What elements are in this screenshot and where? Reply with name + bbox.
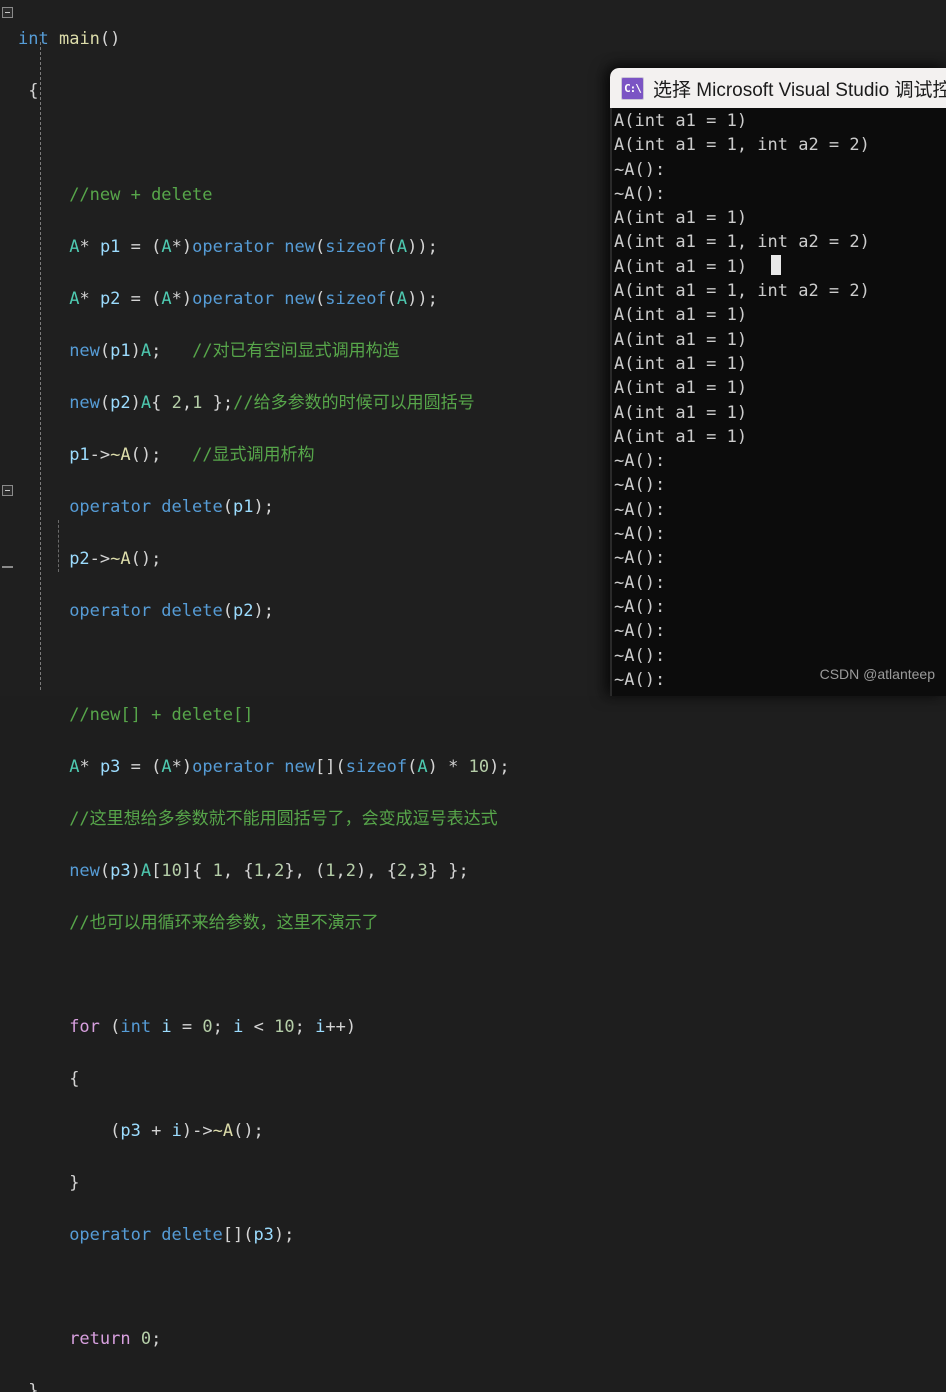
code-line: } — [69, 1173, 80, 1193]
code-line: (p3 + i)->~A(); — [110, 1121, 264, 1141]
console-cursor — [771, 255, 781, 275]
console-output-text: A(int a1 = 1) A(int a1 = 1, int a2 = 2) … — [614, 111, 870, 690]
code-line: A* p1 = (A*)operator new(sizeof(A)); — [69, 237, 438, 257]
code-line: } — [28, 1381, 39, 1392]
code-line: operator delete(p1); — [69, 497, 274, 517]
code-line: //new + delete — [69, 185, 213, 205]
code-line: int main() — [18, 29, 121, 49]
code-line: A* p2 = (A*)operator new(sizeof(A)); — [69, 289, 438, 309]
console-output-area[interactable]: A(int a1 = 1) A(int a1 = 1, int a2 = 2) … — [610, 108, 946, 696]
code-line: operator delete(p2); — [69, 601, 274, 621]
code-line: new(p3)A[10]{ 1, {1,2}, (1,2), {2,3} }; — [69, 861, 469, 881]
code-line: //这里想给多参数就不能用圆括号了，会变成逗号表达式 — [69, 809, 498, 829]
code-line: for (int i = 0; i < 10; i++) — [69, 1017, 357, 1037]
code-line: //new[] + delete[] — [69, 705, 254, 725]
code-text[interactable]: int main() { //new + delete A* p1 = (A*)… — [0, 0, 510, 1392]
console-titlebar[interactable]: C:\ 选择 Microsoft Visual Studio 调试控制台 — [610, 68, 946, 108]
code-line: return 0; — [69, 1329, 162, 1349]
cmd-console-icon: C:\ — [621, 76, 644, 100]
code-line: new(p2)A{ 2,1 };//给多参数的时候可以用圆括号 — [69, 393, 475, 413]
watermark-text: CSDN @atlanteep — [819, 666, 935, 682]
code-line: p1->~A(); //显式调用析构 — [69, 445, 315, 465]
code-line: { — [69, 1069, 80, 1089]
console-title-text: 选择 Microsoft Visual Studio 调试控制台 — [653, 79, 946, 101]
code-line: //也可以用循环来给参数，这里不演示了 — [69, 913, 379, 933]
code-line: { — [18, 81, 39, 101]
code-line: new(p1)A; //对已有空间显式调用构造 — [69, 341, 400, 361]
code-line: A* p3 = (A*)operator new[](sizeof(A) * 1… — [69, 757, 510, 777]
code-line: operator delete[](p3); — [69, 1225, 295, 1245]
debug-console-window[interactable]: C:\ 选择 Microsoft Visual Studio 调试控制台 A(i… — [610, 68, 946, 696]
code-line: p2->~A(); — [69, 549, 162, 569]
